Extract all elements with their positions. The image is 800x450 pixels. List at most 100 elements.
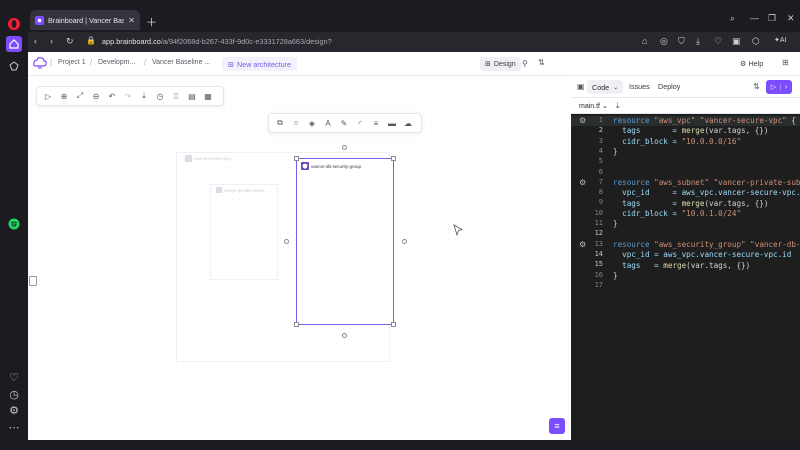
close-tab-icon[interactable]: ✕ — [128, 16, 135, 25]
line-number: 17 — [594, 280, 603, 289]
new-tab-icon[interactable]: ＋ — [146, 14, 157, 30]
grid-dots-icon[interactable]: ⁞⁞ — [168, 88, 184, 104]
resize-handle-tr[interactable] — [391, 156, 396, 161]
tab-bar: Brainboard | Vancer Baseline ✕ ＋ ⌕ — ❐ ✕ — [28, 0, 800, 32]
settings-icon[interactable]: ⚙ — [6, 402, 22, 418]
redo-icon[interactable]: ↷ — [120, 88, 136, 104]
reload-icon[interactable]: ↻ — [66, 36, 74, 47]
bookmarks-icon[interactable] — [6, 58, 22, 74]
subnet-icon — [216, 187, 222, 193]
close-window-icon[interactable]: ✕ — [787, 13, 795, 24]
line-style-icon[interactable]: ≡ — [368, 115, 384, 131]
line-number: 6 — [598, 167, 603, 176]
code-editor[interactable]: ⚙ ⚙ ⚙ 1 2 3 4 5 6 7 8 9 10 11 12 13 14 15 16 17 resource… — [571, 114, 800, 440]
tab-issues[interactable]: Issues — [629, 82, 650, 91]
zoom-in-icon[interactable]: ⊕ — [56, 88, 72, 104]
breadcrumb-project[interactable]: Project 1 — [58, 59, 86, 66]
settings-sliders-icon[interactable]: ⇅ — [538, 58, 545, 67]
connector-left[interactable] — [284, 239, 289, 244]
camera-icon[interactable]: ⌂ — [642, 36, 647, 46]
line-number: 16 — [594, 270, 603, 279]
history-icon[interactable]: ◷ — [6, 386, 22, 402]
panel-layout-icon[interactable]: ▣ — [577, 82, 585, 91]
extensions-icon[interactable]: ⬡ — [752, 36, 760, 47]
resource-settings-icon[interactable]: ⚙ — [579, 178, 586, 187]
history-icon[interactable]: ◷ — [152, 88, 168, 104]
resize-handle-bl[interactable] — [294, 322, 299, 327]
run-button[interactable]: ▷ | › — [766, 80, 792, 94]
forward-icon[interactable]: › — [50, 36, 53, 46]
download-icon[interactable]: ⤓ — [696, 36, 700, 47]
download-file-icon[interactable]: ⤓ — [616, 101, 620, 111]
subnet-container[interactable]: vancer-private-subnet — [210, 184, 278, 280]
design-mode-button[interactable]: ⊞ Design — [480, 57, 521, 71]
panel-toggle-icon[interactable] — [29, 276, 37, 286]
opera-logo-icon[interactable] — [6, 16, 22, 32]
brainboard-favicon-icon — [35, 15, 44, 25]
back-icon[interactable]: ‹ — [34, 36, 37, 46]
chevron-down-icon: ⌄ — [613, 84, 619, 91]
spotify-icon[interactable] — [6, 216, 22, 232]
ai-button[interactable]: ✦AI — [774, 36, 787, 44]
connector-bottom[interactable] — [342, 333, 347, 338]
border-width-icon[interactable]: ▬ — [384, 115, 400, 131]
resource-settings-icon[interactable]: ⚙ — [579, 116, 586, 125]
help-button[interactable]: ⚙ Help — [740, 59, 763, 68]
brainboard-logo-icon[interactable] — [33, 57, 47, 70]
new-architecture-button[interactable]: ⊞ New architecture — [222, 57, 297, 71]
table-icon[interactable]: ▦ — [200, 88, 216, 104]
apps-icon[interactable]: ⊞ — [782, 58, 789, 67]
code-line-10: } — [613, 219, 618, 229]
pin-icon[interactable]: ⚲ — [522, 59, 528, 68]
breadcrumb-architecture[interactable]: Vancer Baseline ... — [152, 59, 210, 66]
resource-settings-icon[interactable]: ⚙ — [579, 240, 586, 249]
subnet-header: vancer-private-subnet — [216, 187, 265, 193]
tab-deploy[interactable]: Deploy — [658, 82, 680, 91]
file-selector[interactable]: main.tf ⌄ — [579, 102, 608, 110]
shield-icon[interactable]: ⛉ — [678, 36, 685, 47]
url-field[interactable]: app.brainboard.co/a/94f2068d-b267-433f-9… — [102, 37, 332, 46]
browser-tab[interactable]: Brainboard | Vancer Baseline ✕ — [30, 10, 140, 30]
search-tabs-icon[interactable]: ⌕ — [730, 13, 735, 24]
zoom-out-icon[interactable]: ⊖ — [88, 88, 104, 104]
url-path: /a/94f2068d-b267-433f-9d0c-e3331728a663/… — [160, 37, 332, 46]
resize-handle-br[interactable] — [391, 322, 396, 327]
pen-icon[interactable]: ✎ — [336, 115, 352, 131]
wallet-icon[interactable]: ▣ — [732, 36, 741, 47]
line-number: 1 — [598, 116, 603, 124]
cloud-icon[interactable]: ☁ — [400, 115, 416, 131]
lock-icon[interactable]: 🔒 — [86, 36, 96, 45]
fill-color-icon[interactable]: ◈ — [304, 115, 320, 131]
tab-code[interactable]: Code ⌄ — [587, 80, 624, 94]
resize-handle-tl[interactable] — [294, 156, 299, 161]
design-canvas[interactable]: ▷ ⊕ ⤢ ⊖ ↶ ↷ ⤓ ◷ ⁞⁞ ▤ ▦ ⧉ ⧈ ◈ A ✎ ◜ ≡ ▬ ☁ — [28, 76, 571, 440]
undo-icon[interactable]: ↶ — [104, 88, 120, 104]
selection-toolbar: ⧉ ⧈ ◈ A ✎ ◜ ≡ ▬ ☁ — [268, 113, 422, 133]
heart-icon[interactable]: ♡ — [6, 369, 22, 385]
export-icon[interactable]: ⤓ — [136, 88, 152, 104]
text-color-icon[interactable]: A — [320, 115, 336, 131]
code-line-1: resource "aws_vpc" "vancer-secure-vpc" { — [613, 116, 796, 125]
brainboard-app: | Project 1 / Developm... / Vancer Basel… — [28, 52, 800, 440]
restore-icon[interactable]: ❐ — [768, 13, 776, 24]
settings-sliders-icon[interactable]: ⇅ — [753, 82, 760, 91]
minimize-icon[interactable]: — — [750, 13, 759, 23]
group-icon[interactable]: ⧉ — [272, 115, 288, 131]
ungroup-icon[interactable]: ⧈ — [288, 115, 304, 131]
snapshot-icon[interactable]: ◎ — [660, 36, 668, 47]
home-icon[interactable] — [6, 36, 22, 52]
corner-radius-icon[interactable]: ◜ — [352, 115, 368, 131]
code-line-9: cidr_block = "10.0.1.0/24" — [613, 208, 742, 218]
menu-button[interactable]: ≡ — [549, 418, 565, 434]
fit-view-icon[interactable]: ⤢ — [72, 88, 88, 104]
security-group-node[interactable]: vancer-db-security-group — [296, 158, 394, 325]
connector-top[interactable] — [342, 145, 347, 150]
line-number: 10 — [594, 208, 603, 217]
pointer-icon[interactable]: ▷ — [40, 88, 56, 104]
favorite-icon[interactable]: ♡ — [714, 36, 722, 47]
more-icon[interactable]: ⋯ — [6, 419, 22, 435]
layout-icon[interactable]: ▤ — [184, 88, 200, 104]
breadcrumb-environment[interactable]: Developm... — [98, 59, 135, 66]
connector-right[interactable] — [402, 239, 407, 244]
code-panel: ▣ Code ⌄ Issues Deploy ⇅ ▷ | › main.tf ⌄ ⤓… — [571, 76, 800, 440]
